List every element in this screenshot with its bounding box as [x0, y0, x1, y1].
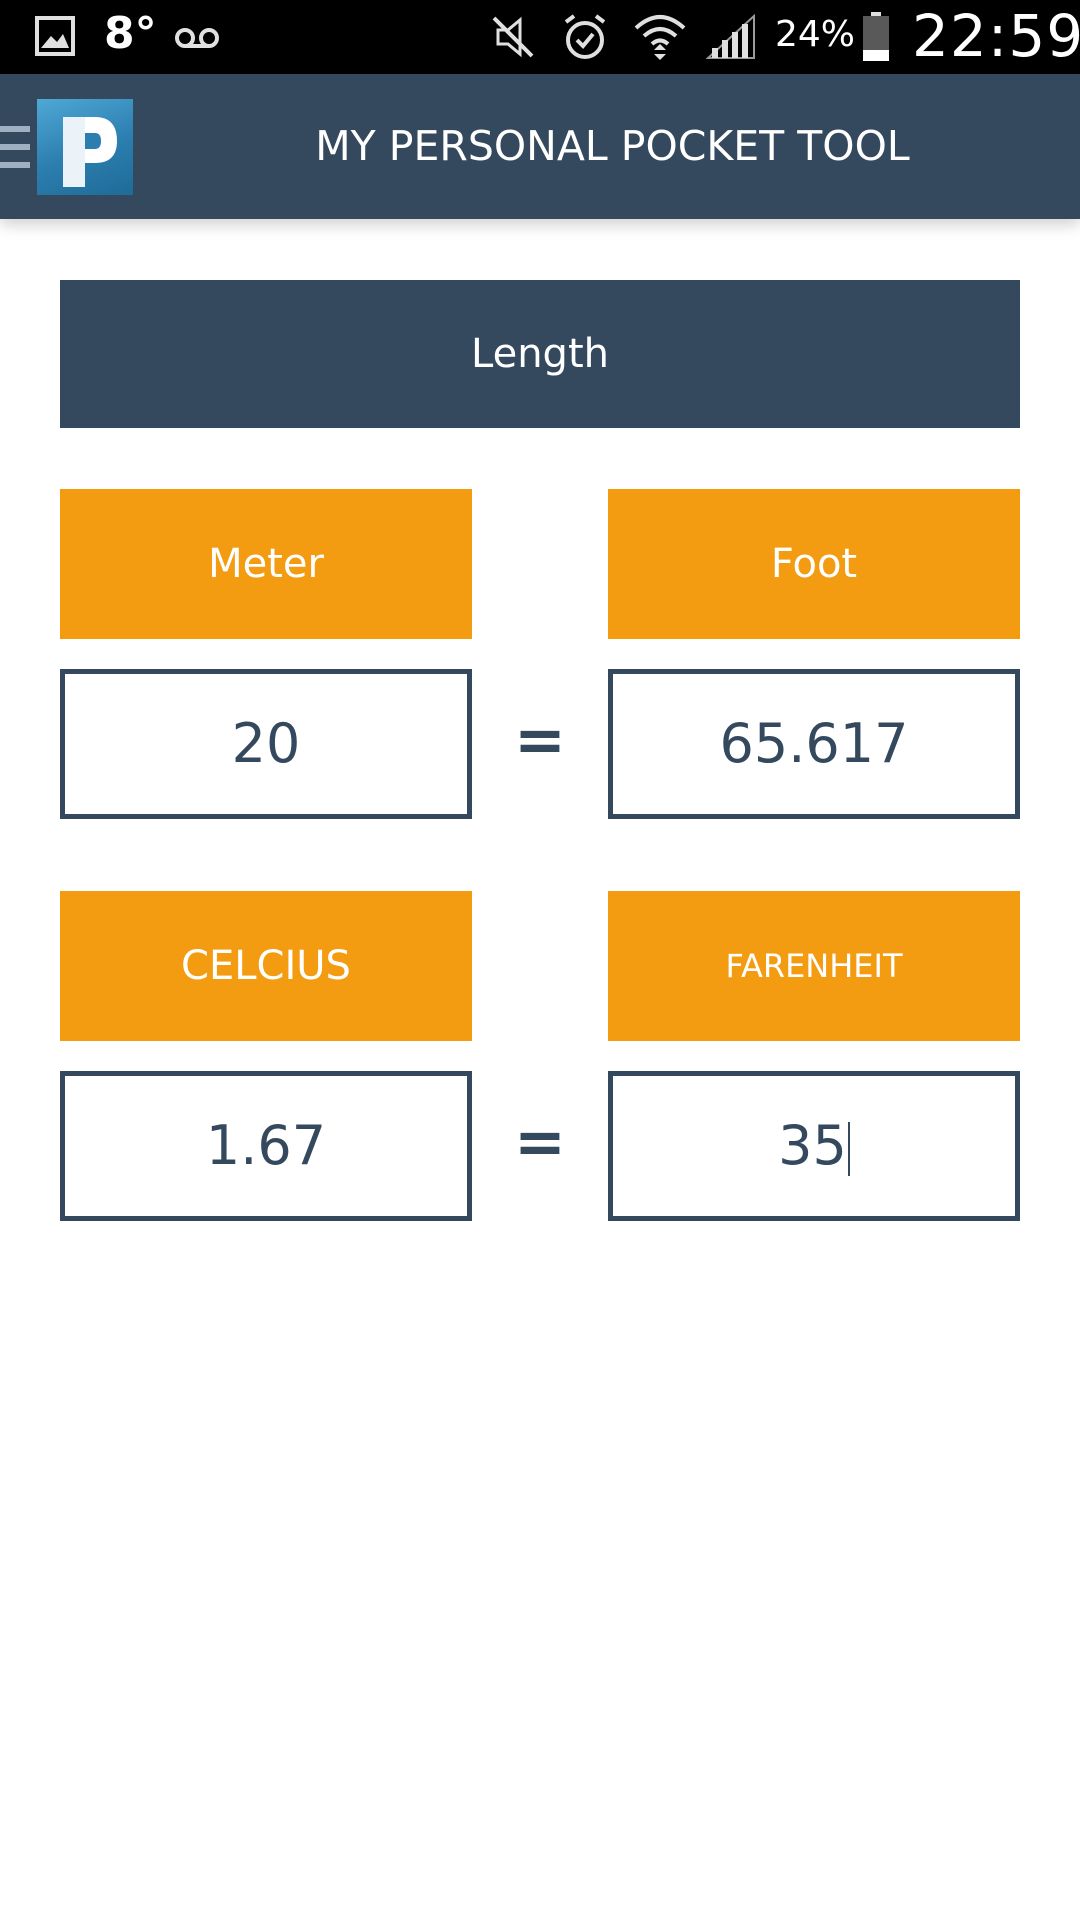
- category-selector-button[interactable]: Length: [60, 280, 1020, 428]
- signal-icon: [706, 14, 755, 59]
- app-bar: MY PERSONAL POCKET TOOL: [0, 74, 1080, 219]
- temperature-text: 8°: [104, 8, 157, 59]
- to-value-text: 35: [778, 1114, 847, 1177]
- from-value-input-length[interactable]: 20: [60, 669, 472, 819]
- from-value-input-temperature[interactable]: 1.67: [60, 1071, 472, 1221]
- equals-sign: =: [514, 1105, 566, 1178]
- to-value-input-temperature[interactable]: 35: [608, 1071, 1020, 1221]
- alarm-icon: [564, 14, 606, 59]
- mute-icon: [492, 16, 534, 58]
- equals-sign: =: [514, 703, 566, 776]
- text-cursor: [847, 1122, 850, 1177]
- menu-icon[interactable]: [0, 126, 30, 170]
- wifi-icon: [634, 15, 686, 60]
- clock-text: 22:59: [912, 2, 1080, 70]
- to-unit-button-length[interactable]: Foot: [608, 489, 1020, 639]
- battery-percent-text: 24%: [775, 14, 856, 55]
- status-bar: 8° 24% 22:59: [0, 0, 1080, 74]
- to-unit-button-temperature[interactable]: FARENHEIT: [608, 891, 1020, 1041]
- app-title: MY PERSONAL POCKET TOOL: [315, 122, 910, 170]
- voicemail-icon: [175, 28, 219, 48]
- battery-icon: [863, 12, 889, 61]
- app-logo-icon: [37, 99, 133, 195]
- from-unit-button-length[interactable]: Meter: [60, 489, 472, 639]
- to-value-input-length[interactable]: 65.617: [608, 669, 1020, 819]
- from-unit-button-temperature[interactable]: CELCIUS: [60, 891, 472, 1041]
- image-icon: [35, 16, 75, 56]
